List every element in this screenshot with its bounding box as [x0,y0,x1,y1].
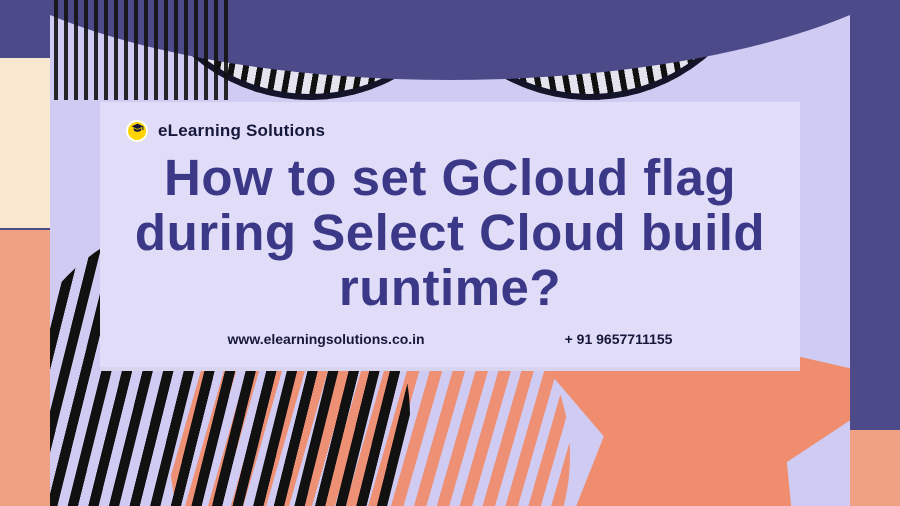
inner-frame: eLearning Solutions How to set GCloud fl… [50,0,850,506]
footer-row: www.elearningsolutions.co.in + 91 965771… [126,331,774,347]
page-title: How to set GCloud flag during Select Clo… [126,150,774,315]
brand-name: eLearning Solutions [158,121,325,141]
decorative-cream-strip [0,58,50,228]
brand-row: eLearning Solutions [126,120,774,142]
phone-text: + 91 9657711155 [565,331,673,347]
content-card: eLearning Solutions How to set GCloud fl… [100,102,800,371]
brand-badge [126,120,148,142]
decorative-coral-left [0,230,50,506]
decorative-coral-right [850,430,900,506]
graduation-cap-icon [131,122,144,140]
decorative-vertical-strokes [54,0,234,100]
website-text: www.elearningsolutions.co.in [228,331,425,347]
